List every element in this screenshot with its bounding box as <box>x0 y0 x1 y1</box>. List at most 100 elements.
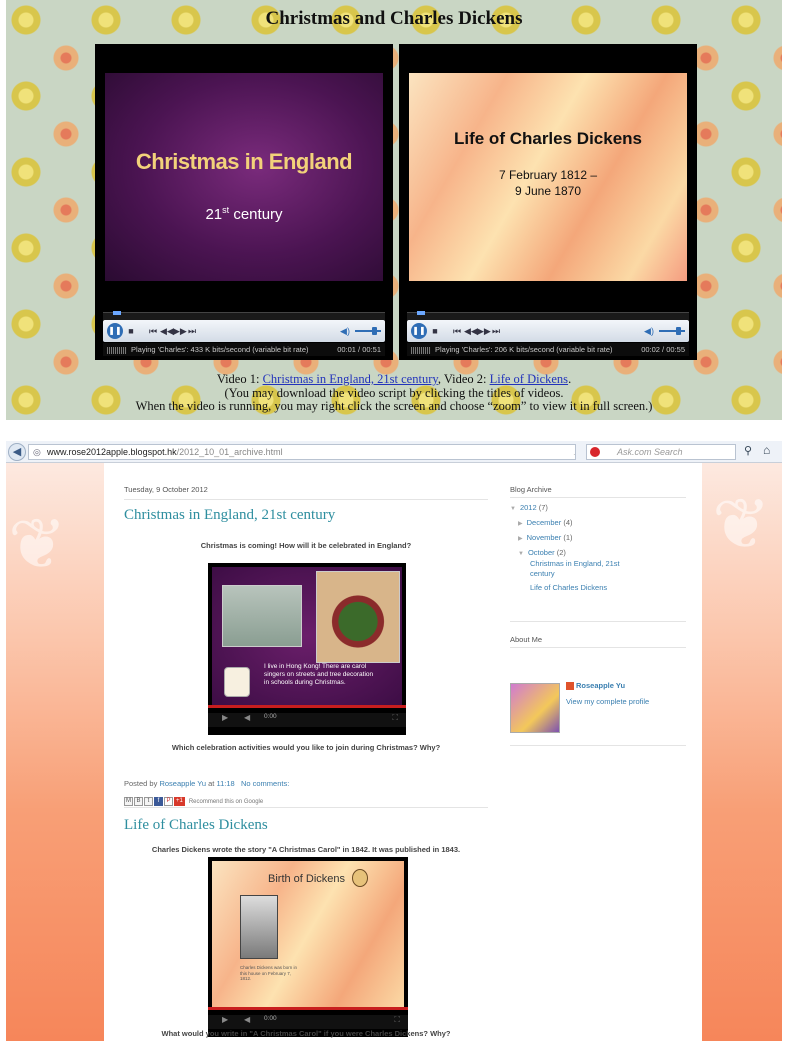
volume-icon[interactable]: ◀ <box>244 713 250 722</box>
divider <box>510 621 686 622</box>
previous-icon[interactable]: ⏮ <box>147 323 159 339</box>
status-text: Playing 'Charles': 206 K bits/second (va… <box>435 345 613 354</box>
grip-icon <box>411 346 431 354</box>
url-field[interactable]: ◎ www.rose2012apple.blogspot.hk/2012_10_… <box>28 444 576 460</box>
archive-month-october[interactable]: ▼ October (2) <box>518 548 566 557</box>
seek-knob[interactable] <box>113 311 121 315</box>
volume-icon[interactable]: ◀) <box>643 323 655 339</box>
next-icon[interactable]: ⏭ <box>490 323 502 339</box>
play-icon[interactable]: ▶ <box>222 713 228 722</box>
expand-triangle-icon[interactable]: ▼ <box>518 551 524 557</box>
post-time-link[interactable]: 11:18 <box>216 779 234 788</box>
play-icon[interactable]: ▶ <box>222 1015 228 1024</box>
volume-slider[interactable] <box>659 327 685 335</box>
bookmark-star-icon[interactable]: ☆ ▾ C <box>573 448 575 459</box>
post-title-dickens[interactable]: Life of Charles Dickens <box>124 817 268 834</box>
author-link[interactable]: Roseapple Yu <box>159 779 206 788</box>
seek-bar[interactable] <box>407 311 689 320</box>
fullscreen-icon[interactable]: ⛶ <box>392 713 398 723</box>
volume-slider[interactable] <box>355 327 381 335</box>
post-question: Which celebration activities would you l… <box>171 743 441 752</box>
progress-bar[interactable] <box>208 705 406 708</box>
progress-bar[interactable] <box>208 1007 408 1010</box>
pause-button[interactable]: ❚❚ <box>411 323 427 339</box>
expand-triangle-icon[interactable]: ▼ <box>510 506 516 512</box>
home-icon[interactable]: ⌂ <box>763 443 770 457</box>
fast-forward-icon[interactable]: ▶▶ <box>173 323 187 339</box>
archive-month-december[interactable]: ▶ December (4) <box>518 518 573 527</box>
caption-line-download: (You may download the video script by cl… <box>224 385 564 400</box>
video-slide: I live in Hong Kong! There are carol sin… <box>212 567 402 705</box>
volume-icon[interactable]: ◀ <box>244 1015 250 1024</box>
video-player-2[interactable]: Life of Charles Dickens 7 February 1812 … <box>399 44 697 360</box>
video2-link[interactable]: Life of Dickens <box>490 372 568 386</box>
player-controls: ❚❚ ■ ⏮ ◀◀ ▶▶ ⏭ ◀) <box>407 320 689 342</box>
collapse-triangle-icon[interactable]: ▶ <box>518 536 523 542</box>
archive-post-dickens[interactable]: Life of Charles Dickens <box>530 583 607 593</box>
post-title-christmas[interactable]: Christmas in England, 21st century <box>124 507 335 524</box>
fast-forward-icon[interactable]: ▶▶ <box>477 323 491 339</box>
video-slide: Birth of Dickens Charles Dickens was bor… <box>212 861 404 1007</box>
address-bar: ◀ ◎ www.rose2012apple.blogspot.hk/2012_1… <box>6 441 782 463</box>
page-title: Christmas and Charles Dickens <box>265 8 523 29</box>
back-button[interactable]: ◀ <box>8 443 26 461</box>
plus-one-button[interactable]: +1 <box>174 797 185 807</box>
blog-content: Tuesday, 9 October 2012 Christmas in Eng… <box>104 463 702 1041</box>
twitter-share-icon[interactable]: t <box>144 797 153 807</box>
next-icon[interactable]: ⏭ <box>186 323 198 339</box>
post-footer: Posted by Roseapple Yu at 11:18 No comme… <box>124 779 290 788</box>
video-time: 0:00 <box>264 713 277 720</box>
facebook-share-icon[interactable]: f <box>154 797 163 807</box>
time-readout: 00:02 / 00:55 <box>641 345 685 354</box>
volume-knob[interactable] <box>676 327 681 335</box>
view-profile-link[interactable]: View my complete profile <box>566 697 649 706</box>
top-panel: Christmas and Charles Dickens Christmas … <box>6 0 782 420</box>
pinterest-share-icon[interactable]: P <box>164 797 173 807</box>
profile-name[interactable]: Roseapple Yu <box>566 681 625 691</box>
rewind-icon[interactable]: ◀◀ <box>160 323 174 339</box>
about-me-heading: About Me <box>510 635 543 644</box>
date-header: Tuesday, 9 October 2012 <box>124 485 208 494</box>
bird-decoration-icon: ❦ <box>712 485 771 563</box>
post-intro: Charles Dickens wrote the story "A Chris… <box>151 845 461 854</box>
browser-window: ◀ ◎ www.rose2012apple.blogspot.hk/2012_1… <box>6 441 782 1041</box>
ask-logo-icon <box>590 447 600 457</box>
archive-month-november[interactable]: ▶ November (1) <box>518 533 573 542</box>
fullscreen-icon[interactable]: ⛶ <box>394 1015 400 1025</box>
avatar[interactable] <box>510 683 560 733</box>
recommend-text: Recommend this on Google <box>188 798 264 805</box>
embedded-video-dickens[interactable]: Birth of Dickens Charles Dickens was bor… <box>208 857 408 1037</box>
archive-post-christmas[interactable]: Christmas in England, 21st century <box>530 559 640 579</box>
slide-subtitle-century: 21st century <box>205 205 283 223</box>
search-input[interactable]: Ask.com Search <box>586 444 736 460</box>
seek-knob[interactable] <box>417 311 425 315</box>
video-screen-2[interactable]: Life of Charles Dickens 7 February 1812 … <box>409 73 687 281</box>
dickens-face-icon <box>352 869 368 887</box>
bird-decoration-icon: ❦ <box>8 505 67 583</box>
stop-button[interactable]: ■ <box>126 323 136 339</box>
video-player-1[interactable]: Christmas in England 21st century ❚❚ ■ ⏮… <box>95 44 393 360</box>
divider <box>510 745 686 746</box>
status-text: Playing 'Charles': 433 K bits/second (va… <box>131 345 309 354</box>
blog-share-icon[interactable]: B <box>134 797 143 807</box>
archive-year-2012[interactable]: ▼ 2012 (7) <box>510 503 548 512</box>
search-icon[interactable]: ⚲ <box>744 444 752 457</box>
video1-link[interactable]: Christmas in England, 21st century <box>263 372 438 386</box>
rewind-icon[interactable]: ◀◀ <box>464 323 478 339</box>
video-caption: Video 1: Christmas in England, 21st cent… <box>6 372 782 414</box>
video-screen-1[interactable]: Christmas in England 21st century <box>105 73 383 281</box>
blogger-icon <box>566 682 574 691</box>
stop-button[interactable]: ■ <box>430 323 440 339</box>
previous-icon[interactable]: ⏮ <box>451 323 463 339</box>
embedded-video-christmas[interactable]: I live in Hong Kong! There are carol sin… <box>208 563 406 735</box>
pause-button[interactable]: ❚❚ <box>107 323 123 339</box>
volume-icon[interactable]: ◀) <box>339 323 351 339</box>
seek-bar[interactable] <box>103 311 385 320</box>
grip-icon <box>107 346 127 354</box>
video-slide-caption: Charles Dickens was born in this house o… <box>240 965 298 981</box>
slide-dates: 7 February 1812 – 9 June 1870 <box>498 168 598 198</box>
volume-knob[interactable] <box>372 327 377 335</box>
collapse-triangle-icon[interactable]: ▶ <box>518 521 523 527</box>
comments-link[interactable]: No comments: <box>241 779 289 788</box>
email-share-icon[interactable]: M <box>124 797 133 807</box>
